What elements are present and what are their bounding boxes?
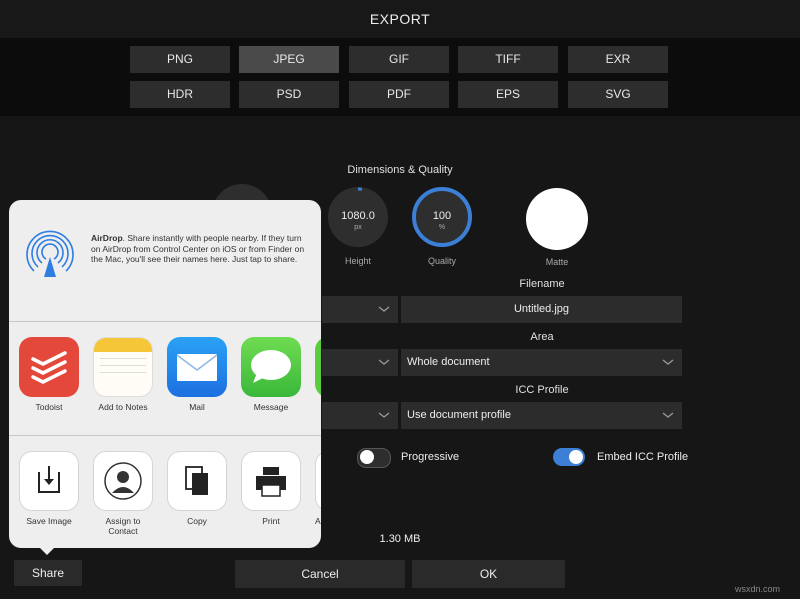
height-unit: px [354,224,362,231]
format-tiff-button[interactable]: TIFF [458,46,558,73]
left-dropdown-1[interactable] [322,296,398,323]
format-eps-button[interactable]: EPS [458,81,558,108]
icc-profile-label: ICC Profile [515,384,569,396]
left-dropdown-3[interactable] [322,402,398,429]
quality-unit: % [438,224,446,231]
dialog-title: EXPORT [0,0,800,38]
toggle-knob [360,450,374,464]
action-copy[interactable]: Copy [167,451,227,526]
chevron-down-icon [662,359,674,365]
chevron-down-icon [378,359,390,365]
share-app-label: Mail [189,402,205,412]
format-selector: PNG JPEG GIF TIFF EXR HDR PSD PDF EPS SV… [0,38,800,116]
chevron-down-icon [378,412,390,418]
airdrop-description: AirDrop. Share instantly with people nea… [91,233,309,265]
format-svg-button[interactable]: SVG [568,81,668,108]
area-label: Area [530,331,554,343]
action-save-image[interactable]: Save Image [19,451,79,526]
progressive-label: Progressive [401,451,460,463]
format-psd-button[interactable]: PSD [239,81,339,108]
share-app-message[interactable]: Message [241,337,301,412]
airdrop-text: . Share instantly with people nearby. If… [91,233,305,264]
mail-icon [167,337,227,397]
progressive-toggle[interactable] [357,448,391,468]
dimensions-heading: Dimensions & Quality [347,164,453,176]
action-partial[interactable]: Ad [315,451,321,526]
share-sheet-arrow [38,546,56,555]
format-gif-button[interactable]: GIF [349,46,449,73]
partial-action-icon [315,451,321,511]
contact-icon [93,451,153,511]
matte-color-swatch[interactable] [526,188,588,250]
chevron-down-icon [662,412,674,418]
message-icon [241,337,301,397]
format-hdr-button[interactable]: HDR [130,81,230,108]
format-exr-button[interactable]: EXR [568,46,668,73]
icc-profile-value: Use document profile [407,409,511,421]
airdrop-title: AirDrop [91,233,123,243]
quality-label: Quality [427,256,456,266]
height-label: Height [344,256,371,266]
cancel-button[interactable]: Cancel [235,560,405,588]
share-action-label: Assign to Contact [105,516,141,536]
share-app-label: Message [253,402,289,412]
action-print[interactable]: Print [241,451,301,526]
left-dropdown-2[interactable] [322,349,398,376]
share-app-partial[interactable] [315,337,321,397]
share-app-notes[interactable]: Add to Notes [93,337,153,412]
action-assign-to-contact[interactable]: Assign to Contact [93,451,153,536]
airdrop-icon [26,230,74,277]
format-jpeg-button[interactable]: JPEG [239,46,339,73]
watermark-text: wsxdn.com [735,584,781,594]
area-select[interactable]: Whole document [401,349,682,376]
share-app-label: Add to Notes [98,402,148,412]
quality-value: 100 [432,210,452,222]
quality-dial[interactable]: 100 % [412,187,472,247]
share-action-label: Copy [187,516,207,526]
file-size: 1.30 MB [379,533,421,545]
format-png-button[interactable]: PNG [130,46,230,73]
ok-button[interactable]: OK [412,560,565,588]
share-apps-row: Todoist Add to Notes Mail Message [9,322,321,436]
save-image-icon [19,451,79,511]
height-dial[interactable]: 1080.0 px [328,187,388,247]
height-value: 1080.0 [341,210,375,222]
chevron-down-icon [378,306,390,312]
icc-profile-select[interactable]: Use document profile [401,402,682,429]
print-icon [241,451,301,511]
share-app-todoist[interactable]: Todoist [19,337,79,412]
share-button[interactable]: Share [14,560,82,586]
todoist-icon [19,337,79,397]
partial-app-icon [315,337,321,397]
share-action-label: Ad [315,516,321,526]
embed-icc-label: Embed ICC Profile [597,451,689,463]
filename-label: Filename [519,278,565,290]
filename-input[interactable]: Untitled.jpg [401,296,682,323]
area-select-value: Whole document [407,356,490,368]
share-app-mail[interactable]: Mail [167,337,227,412]
airdrop-section[interactable]: AirDrop. Share instantly with people nea… [9,200,321,321]
share-action-label: Save Image [26,516,72,526]
share-action-label: Print [262,516,280,526]
matte-label: Matte [545,257,569,267]
share-sheet: AirDrop. Share instantly with people nea… [9,200,321,548]
notes-icon [93,337,153,397]
embed-icc-toggle[interactable] [553,448,585,466]
share-actions-row: Save Image Assign to Contact Copy Print … [9,436,321,548]
toggle-knob [569,450,583,464]
share-app-label: Todoist [35,402,63,412]
copy-icon [167,451,227,511]
format-pdf-button[interactable]: PDF [349,81,449,108]
